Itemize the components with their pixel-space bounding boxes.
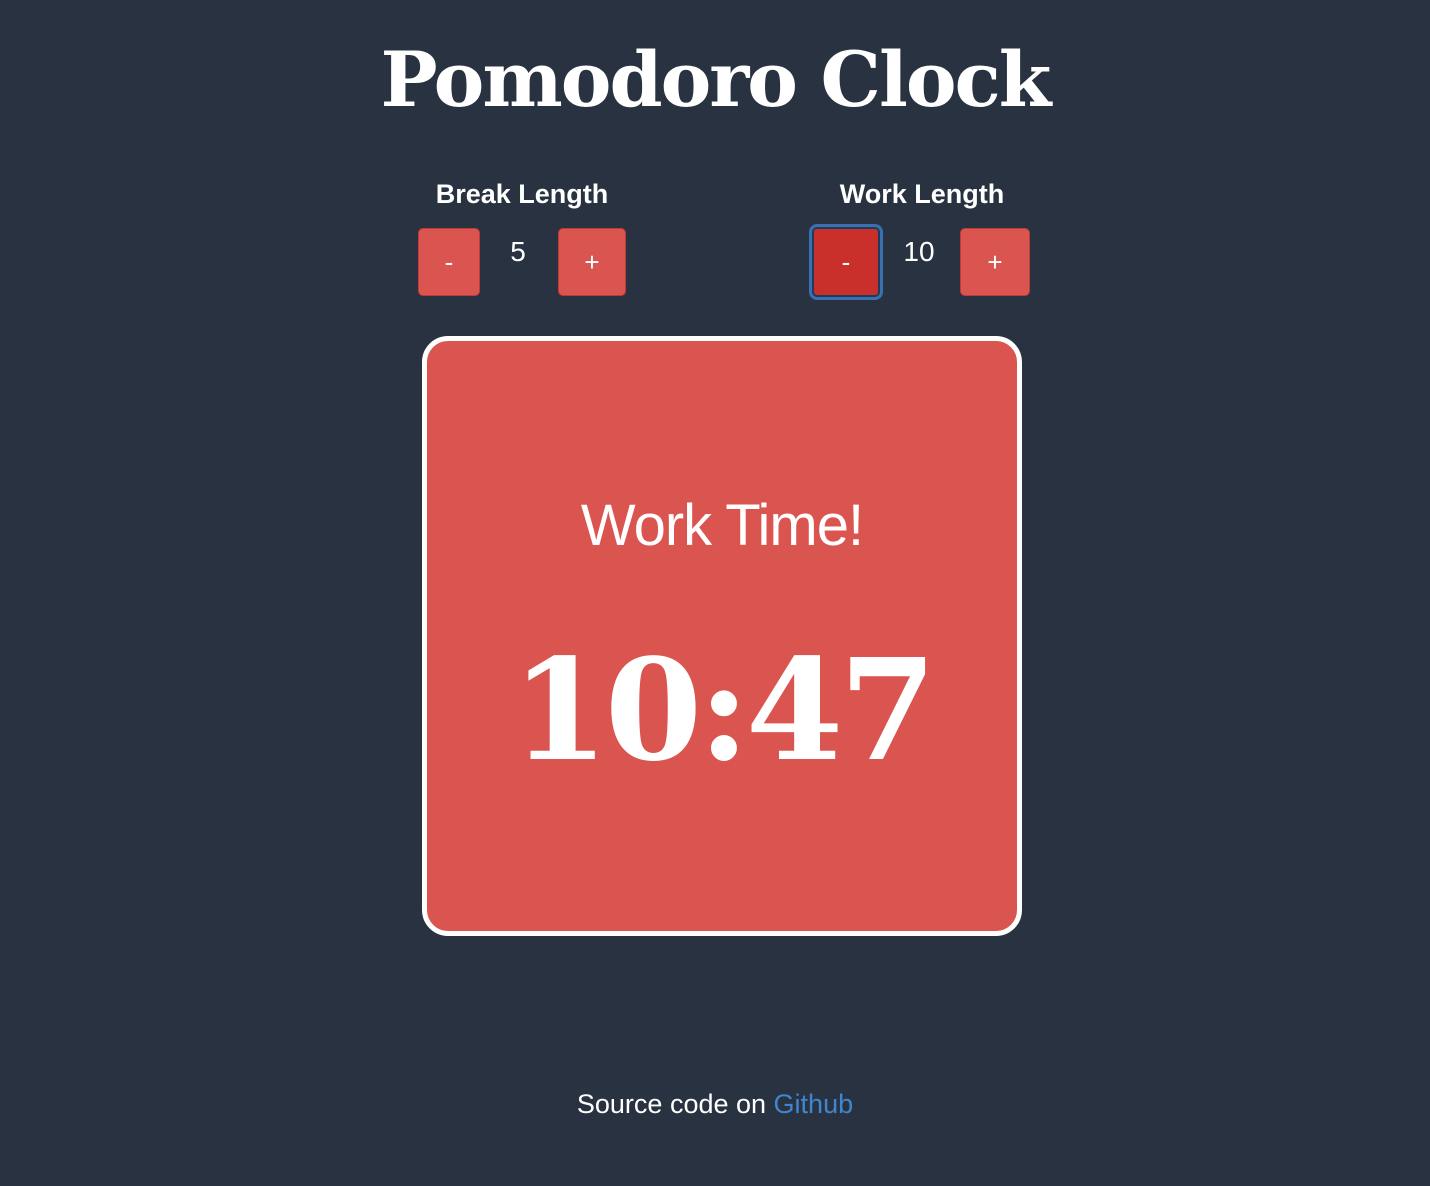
work-length-value: 10 [903, 236, 935, 267]
github-link[interactable]: Github [774, 1089, 854, 1119]
break-length-label: Break Length [435, 179, 609, 209]
break-length-value: 5 [510, 236, 526, 267]
footer: Source code on Github [0, 1086, 1430, 1122]
work-increment-button[interactable]: + [960, 228, 1030, 296]
footer-text: Source code on [576, 1089, 767, 1119]
session-mode-label: Work Time! [580, 493, 864, 558]
work-length-label: Work Length [839, 179, 1005, 209]
work-decrement-button[interactable]: - [812, 227, 880, 297]
break-decrement-button[interactable]: - [418, 228, 480, 296]
timer-readout: 10:47 [511, 629, 936, 793]
break-increment-button[interactable]: + [558, 228, 626, 296]
page-title: Pomodoro Clock [380, 35, 1052, 124]
clock-display[interactable]: Work Time! 10:47 [422, 336, 1022, 936]
